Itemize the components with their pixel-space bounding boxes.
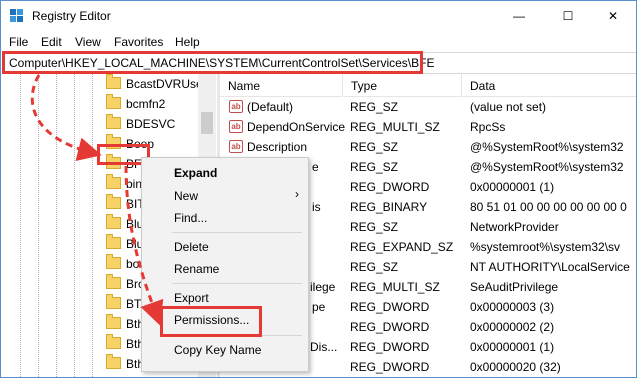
- column-header-name[interactable]: Name: [220, 74, 342, 97]
- registry-editor-window: Registry Editor — ☐ ✕ File Edit View Fav…: [0, 0, 637, 378]
- chevron-right-icon: ›: [295, 187, 299, 201]
- string-value-icon: ab: [229, 100, 243, 113]
- value-type: REG_SZ: [350, 100, 399, 114]
- value-name: pe: [312, 300, 326, 314]
- value-data: 0x00000001 (1): [470, 340, 555, 354]
- tree-item-label: BDESVC: [126, 117, 176, 131]
- tree-item-label: bcmfn2: [126, 97, 166, 111]
- value-type: REG_MULTI_SZ: [350, 280, 440, 294]
- value-data: 0x00000001 (1): [470, 180, 555, 194]
- tree-item[interactable]: BDESVC: [2, 114, 216, 134]
- menu-rename[interactable]: Rename: [174, 262, 219, 276]
- value-row[interactable]: ab (Default) REG_SZ (value not set): [220, 97, 636, 117]
- value-type: REG_SZ: [350, 220, 399, 234]
- value-row[interactable]: ab Description REG_SZ @%SystemRoot%\system3…: [220, 137, 636, 157]
- value-type: REG_SZ: [350, 260, 399, 274]
- column-header-label: Data: [470, 79, 496, 93]
- menu-favorites[interactable]: Favorites: [114, 35, 163, 49]
- tree-scrollbar-thumb[interactable]: [201, 112, 213, 134]
- value-type: REG_BINARY: [350, 200, 428, 214]
- folder-icon: [106, 94, 121, 109]
- value-type: REG_DWORD: [350, 320, 430, 334]
- tree-item[interactable]: bcmfn2: [2, 94, 216, 114]
- string-value-icon: ab: [229, 120, 243, 133]
- value-data: %systemroot%\system32\sv: [470, 240, 621, 254]
- maximize-button[interactable]: ☐: [545, 1, 591, 31]
- folder-icon: [106, 74, 121, 89]
- value-data: 0x00000003 (3): [470, 300, 555, 314]
- folder-icon: [106, 334, 121, 349]
- value-type: REG_DWORD: [350, 360, 430, 374]
- registry-editor-icon: [10, 9, 23, 22]
- value-name: Dis...: [310, 340, 338, 354]
- folder-icon: [106, 314, 121, 329]
- menu-delete[interactable]: Delete: [174, 240, 209, 254]
- context-menu: Expand New › Find... Delete Rename Expor…: [141, 157, 309, 372]
- menu-copy-key-name[interactable]: Copy Key Name: [174, 343, 261, 357]
- value-type: REG_SZ: [350, 160, 399, 174]
- value-name: ilege: [310, 280, 336, 294]
- value-type: REG_SZ: [350, 140, 399, 154]
- value-data: 0x00000020 (32): [470, 360, 561, 374]
- folder-icon: [106, 354, 121, 369]
- value-data: RpcSs: [470, 120, 506, 134]
- string-value-icon: ab: [229, 140, 243, 153]
- column-header-type[interactable]: Type: [343, 74, 461, 97]
- menu-expand[interactable]: Expand: [174, 166, 217, 180]
- tree-item[interactable]: BcastDVRUserS: [2, 74, 216, 94]
- value-type: REG_DWORD: [350, 300, 430, 314]
- value-name: Description: [247, 140, 308, 154]
- menu-help[interactable]: Help: [175, 35, 200, 49]
- minimize-button[interactable]: —: [496, 1, 542, 31]
- folder-icon: [106, 234, 121, 249]
- value-data: @%SystemRoot%\system32: [470, 160, 624, 174]
- folder-icon: [106, 114, 121, 129]
- address-highlight-box: [2, 51, 423, 74]
- value-data: NT AUTHORITY\LocalService: [470, 260, 630, 274]
- value-name: DependOnService: [247, 120, 346, 134]
- folder-icon: [106, 194, 121, 209]
- window-title: Registry Editor: [32, 9, 111, 23]
- value-data: (value not set): [470, 100, 547, 114]
- value-data: 0x00000002 (2): [470, 320, 555, 334]
- value-data: 80 51 01 00 00 00 00 00 00 0: [470, 200, 627, 214]
- menu-find[interactable]: Find...: [174, 211, 207, 225]
- value-type: REG_DWORD: [350, 340, 430, 354]
- column-header-label: Type: [351, 79, 378, 93]
- column-header-label: Name: [228, 79, 261, 93]
- permissions-highlight-box: [160, 306, 262, 337]
- menu-export[interactable]: Export: [174, 291, 209, 305]
- value-name: e: [312, 160, 319, 174]
- value-data: @%SystemRoot%\system32: [470, 140, 624, 154]
- value-name: (Default): [247, 100, 294, 114]
- folder-icon: [106, 254, 121, 269]
- menu-separator: [172, 283, 302, 284]
- folder-icon: [106, 294, 121, 309]
- menu-file[interactable]: File: [9, 35, 28, 49]
- column-header-data[interactable]: Data: [462, 74, 636, 97]
- folder-icon: [106, 214, 121, 229]
- menu-view[interactable]: View: [75, 35, 101, 49]
- menu-separator: [172, 232, 302, 233]
- tree-item-label: bin: [126, 177, 143, 191]
- value-data: NetworkProvider: [470, 220, 559, 234]
- menu-bar: File Edit View Favorites Help: [1, 32, 636, 51]
- value-type: REG_MULTI_SZ: [350, 120, 440, 134]
- menu-new[interactable]: New: [174, 189, 198, 203]
- folder-icon: [106, 274, 121, 289]
- menu-edit[interactable]: Edit: [41, 35, 62, 49]
- folder-icon: [106, 174, 121, 189]
- value-data: SeAuditPrivilege: [470, 280, 559, 294]
- close-button[interactable]: ✕: [590, 1, 636, 31]
- value-type: REG_EXPAND_SZ: [350, 240, 454, 254]
- value-row[interactable]: ab DependOnService REG_MULTI_SZ RpcSs: [220, 117, 636, 137]
- title-bar: Registry Editor — ☐ ✕: [1, 1, 636, 31]
- value-name: is: [312, 200, 321, 214]
- value-type: REG_DWORD: [350, 180, 430, 194]
